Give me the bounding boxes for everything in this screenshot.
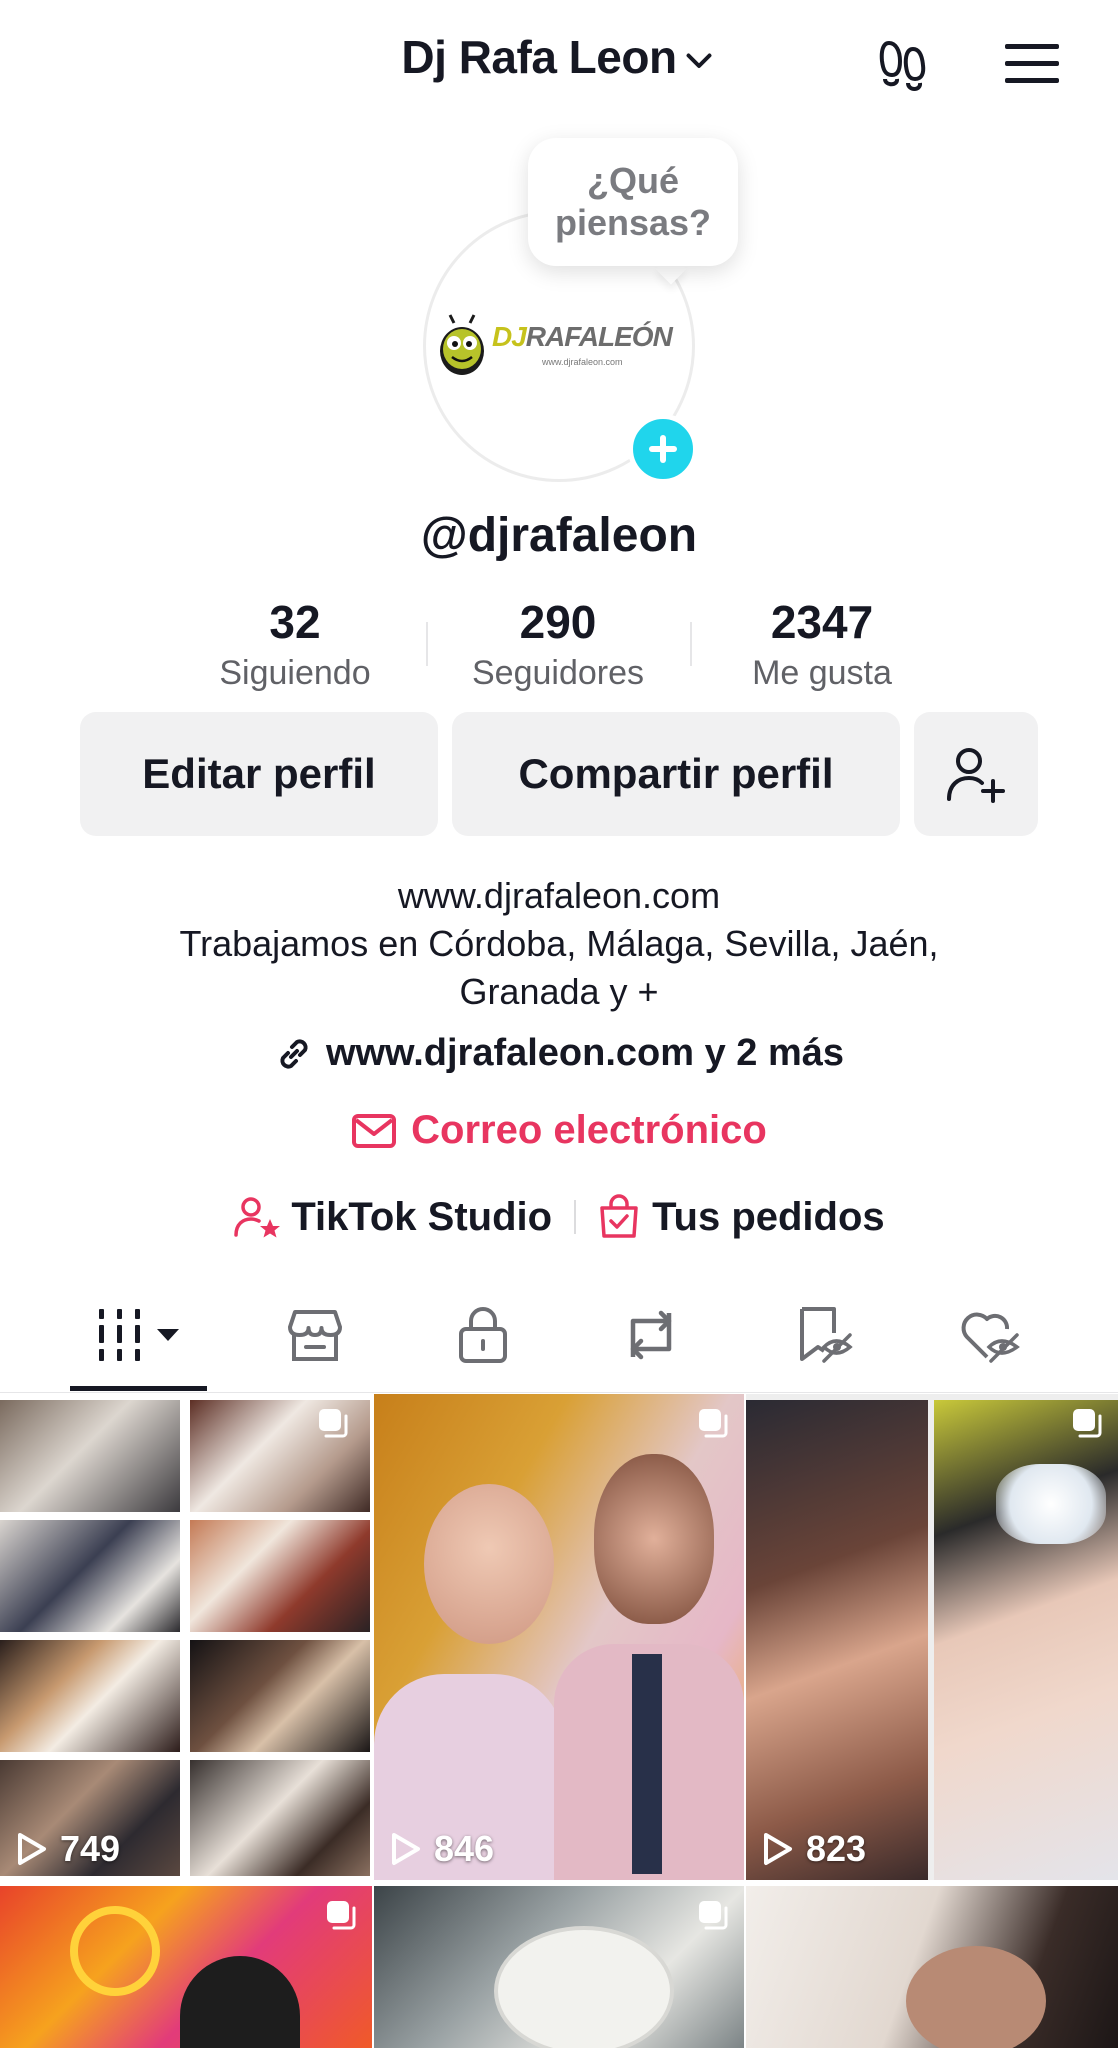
divider xyxy=(690,622,692,666)
account-switcher[interactable]: Dj Rafa Leon xyxy=(0,30,1118,84)
menu-icon[interactable] xyxy=(1002,34,1062,94)
bio-link-text: www.djrafaleon.com y 2 más xyxy=(325,1032,845,1074)
video-thumbnail[interactable]: 823 xyxy=(746,1394,1118,1880)
tiktok-studio-link[interactable]: TikTok Studio xyxy=(233,1195,552,1240)
video-thumbnail[interactable] xyxy=(0,1886,372,2048)
play-icon xyxy=(764,1833,792,1865)
video-thumbnail[interactable] xyxy=(746,1886,1118,2048)
saved-hidden-icon xyxy=(800,1307,853,1363)
shopping-bag-icon xyxy=(600,1194,638,1238)
username: @djrafaleon xyxy=(420,509,698,562)
tab-reposts[interactable] xyxy=(611,1300,691,1370)
stat-label: Siguiendo xyxy=(219,654,371,692)
liked-hidden-icon xyxy=(961,1312,1020,1363)
logo-text: DJRAFALEÓN xyxy=(492,321,673,352)
share-profile-button[interactable]: Compartir perfil xyxy=(452,712,900,836)
stat-followers[interactable]: 290 Seguidores xyxy=(438,596,678,693)
edit-profile-button[interactable]: Editar perfil xyxy=(80,712,438,836)
tab-saved[interactable] xyxy=(784,1300,864,1370)
bio-line: Trabajamos en Córdoba, Málaga, Sevilla, … xyxy=(179,923,939,964)
tab-divider xyxy=(0,1392,1118,1393)
divider xyxy=(574,1200,577,1234)
view-count-value: 846 xyxy=(434,1828,495,1869)
add-user-icon xyxy=(947,748,1005,803)
divider xyxy=(426,622,428,666)
play-icon xyxy=(18,1833,46,1865)
plus-icon xyxy=(649,435,677,463)
active-tab-indicator xyxy=(70,1386,207,1391)
orders-link[interactable]: Tus pedidos xyxy=(598,1194,885,1240)
chevron-down-icon xyxy=(686,53,712,68)
tab-liked[interactable] xyxy=(950,1300,1030,1370)
add-friends-button[interactable] xyxy=(914,712,1038,836)
videos-grid-icon xyxy=(98,1309,179,1361)
stat-likes[interactable]: 2347 Me gusta xyxy=(702,596,942,693)
note-bubble[interactable]: ¿Qué piensas? xyxy=(528,138,738,266)
creator-tools-row: TikTok Studio Tus pedidos xyxy=(0,1194,1118,1240)
bio-link[interactable]: www.djrafaleon.com y 2 más xyxy=(0,1032,1118,1075)
share-profile-label: Compartir perfil xyxy=(518,750,834,797)
video-thumbnail[interactable]: 846 xyxy=(374,1394,744,1880)
multi-clip-icon xyxy=(1073,1409,1102,1438)
stat-value: 2347 xyxy=(770,596,874,648)
view-count: 823 xyxy=(760,1828,866,1870)
email-button[interactable]: Correo electrónico xyxy=(0,1108,1118,1153)
tab-videos[interactable] xyxy=(70,1300,207,1370)
view-count-value: 823 xyxy=(806,1828,867,1869)
add-story-button[interactable] xyxy=(628,414,698,484)
stat-value: 290 xyxy=(519,596,597,648)
bio-line: Granada y + xyxy=(459,971,659,1012)
view-count: 749 xyxy=(14,1828,120,1870)
tab-shop[interactable] xyxy=(275,1300,355,1370)
tiktok-studio-label: TikTok Studio xyxy=(291,1194,553,1239)
footprints-icon[interactable] xyxy=(874,34,934,94)
play-icon xyxy=(392,1833,420,1865)
lock-icon xyxy=(459,1307,507,1363)
logo-mascot-icon xyxy=(440,314,484,375)
note-bubble-text: ¿Qué piensas? xyxy=(554,160,712,243)
video-thumbnail[interactable] xyxy=(374,1886,744,2048)
mail-icon xyxy=(352,1113,397,1148)
edit-profile-label: Editar perfil xyxy=(142,750,376,797)
tab-private[interactable] xyxy=(443,1300,523,1370)
profile-title: Dj Rafa Leon xyxy=(401,31,677,83)
shop-icon xyxy=(288,1310,342,1361)
multi-clip-icon xyxy=(699,1901,728,1930)
bio-line: www.djrafaleon.com xyxy=(397,875,721,916)
video-thumbnail[interactable]: 749 xyxy=(0,1394,372,1880)
stat-value: 32 xyxy=(269,596,321,648)
multi-clip-icon xyxy=(319,1409,348,1438)
stat-label: Seguidores xyxy=(471,654,644,692)
orders-label: Tus pedidos xyxy=(652,1194,885,1239)
view-count: 846 xyxy=(388,1828,494,1870)
multi-clip-icon xyxy=(327,1901,356,1930)
view-count-value: 749 xyxy=(60,1828,121,1869)
link-icon xyxy=(280,1038,308,1069)
user-star-icon xyxy=(234,1197,281,1238)
stat-following[interactable]: 32 Siguiendo xyxy=(175,596,415,693)
stat-label: Me gusta xyxy=(752,654,892,692)
multi-clip-icon xyxy=(699,1409,728,1438)
repost-icon xyxy=(630,1310,672,1360)
logo-url: www.djrafaleon.com xyxy=(542,357,623,367)
email-label: Correo electrónico xyxy=(411,1108,767,1152)
